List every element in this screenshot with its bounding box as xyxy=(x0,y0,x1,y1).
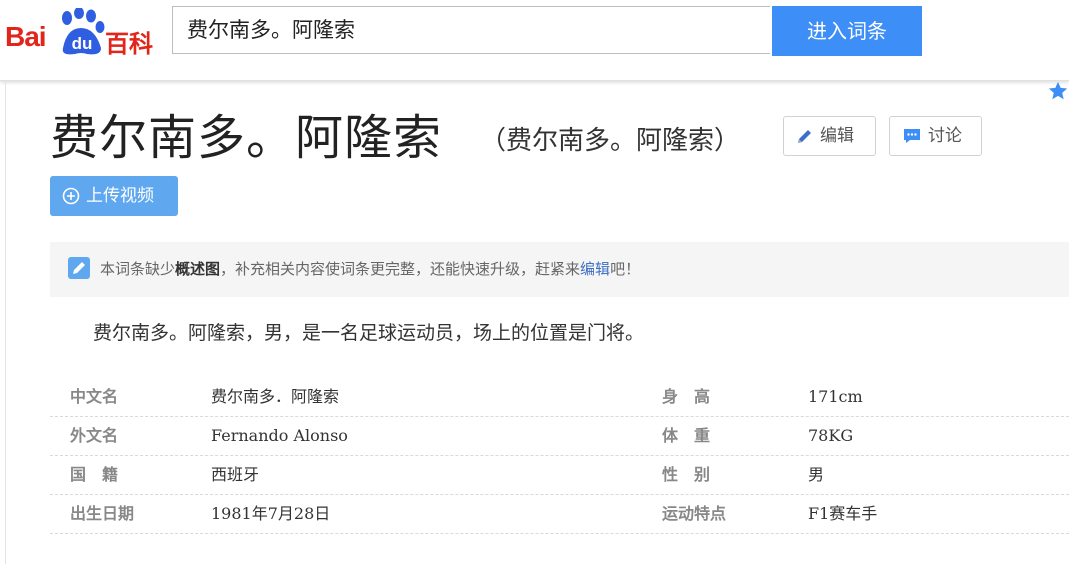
paw-logo-icon: du xyxy=(62,8,105,55)
enter-entry-button[interactable]: 进入词条 xyxy=(772,6,922,56)
discuss-button[interactable]: 讨论 xyxy=(889,116,982,156)
info-value: F1赛车手 xyxy=(808,504,878,523)
plus-circle-icon xyxy=(62,187,80,205)
entry-subtitle: （费尔南多。阿隆索） xyxy=(480,126,741,156)
discuss-button-label: 讨论 xyxy=(928,126,962,146)
info-key: 中文名 xyxy=(70,387,119,406)
info-value: 费尔南多．阿隆索 xyxy=(211,387,340,406)
info-value: 男 xyxy=(808,465,825,484)
info-value: 西班牙 xyxy=(211,465,260,484)
edit-button[interactable]: 编辑 xyxy=(783,116,876,156)
info-row: 外文名 Fernando Alonso 体 重 78KG xyxy=(50,417,1069,456)
info-key: 体 重 xyxy=(662,426,711,445)
left-divider xyxy=(5,81,6,564)
info-value: Fernando Alonso xyxy=(211,426,348,445)
info-value: 78KG xyxy=(808,426,854,445)
logo-baike-text: 百科 xyxy=(105,30,153,58)
info-value: 1981年7月28日 xyxy=(211,504,331,523)
info-row: 国 籍 西班牙 性 别 男 xyxy=(50,456,1069,495)
logo-bai-text: Bai xyxy=(5,21,47,52)
search-input[interactable]: 费尔南多。阿隆索 xyxy=(172,6,770,54)
notice-text-3: 吧！ xyxy=(610,260,641,278)
info-key: 性 别 xyxy=(662,465,711,484)
info-key: 运动特点 xyxy=(662,504,727,523)
entry-summary: 费尔南多。阿隆索，男，是一名足球运动员，场上的位置是门将。 xyxy=(93,322,645,344)
edit-button-label: 编辑 xyxy=(820,126,854,146)
notice-text-1: 本词条缺少 xyxy=(100,260,176,278)
info-value: 171cm xyxy=(808,387,863,406)
notice-text-2: ，补充相关内容使词条更完整，还能快速升级，赶紧来 xyxy=(220,260,581,278)
pencil-icon xyxy=(798,130,811,143)
entry-title: 费尔南多。阿隆索 xyxy=(50,110,443,166)
notice-edit-link[interactable]: 编辑 xyxy=(580,260,610,278)
top-header: Bai du 百科 费尔南多。阿隆索 进入词条 xyxy=(0,0,1069,81)
notice-bold-text: 概述图 xyxy=(175,260,221,278)
logo-du-text: du xyxy=(72,34,93,53)
info-key: 身 高 xyxy=(662,387,711,406)
upload-video-button[interactable]: 上传视频 xyxy=(50,176,178,216)
edit-note-icon xyxy=(68,257,90,279)
info-row: 出生日期 1981年7月28日 运动特点 F1赛车手 xyxy=(50,495,1069,534)
chat-bubble-icon xyxy=(904,129,920,143)
baidu-baike-logo[interactable]: Bai du 百科 xyxy=(5,8,165,58)
info-key: 国 籍 xyxy=(70,465,119,484)
upload-video-label: 上传视频 xyxy=(86,186,154,206)
info-row: 中文名 费尔南多．阿隆索 身 高 171cm xyxy=(50,378,1069,417)
info-key: 外文名 xyxy=(70,426,119,445)
info-key: 出生日期 xyxy=(70,504,135,523)
star-icon[interactable] xyxy=(1047,80,1069,102)
missing-image-notice: 本词条缺少概述图，补充相关内容使词条更完整，还能快速升级，赶紧来编辑吧！ xyxy=(50,242,1069,297)
